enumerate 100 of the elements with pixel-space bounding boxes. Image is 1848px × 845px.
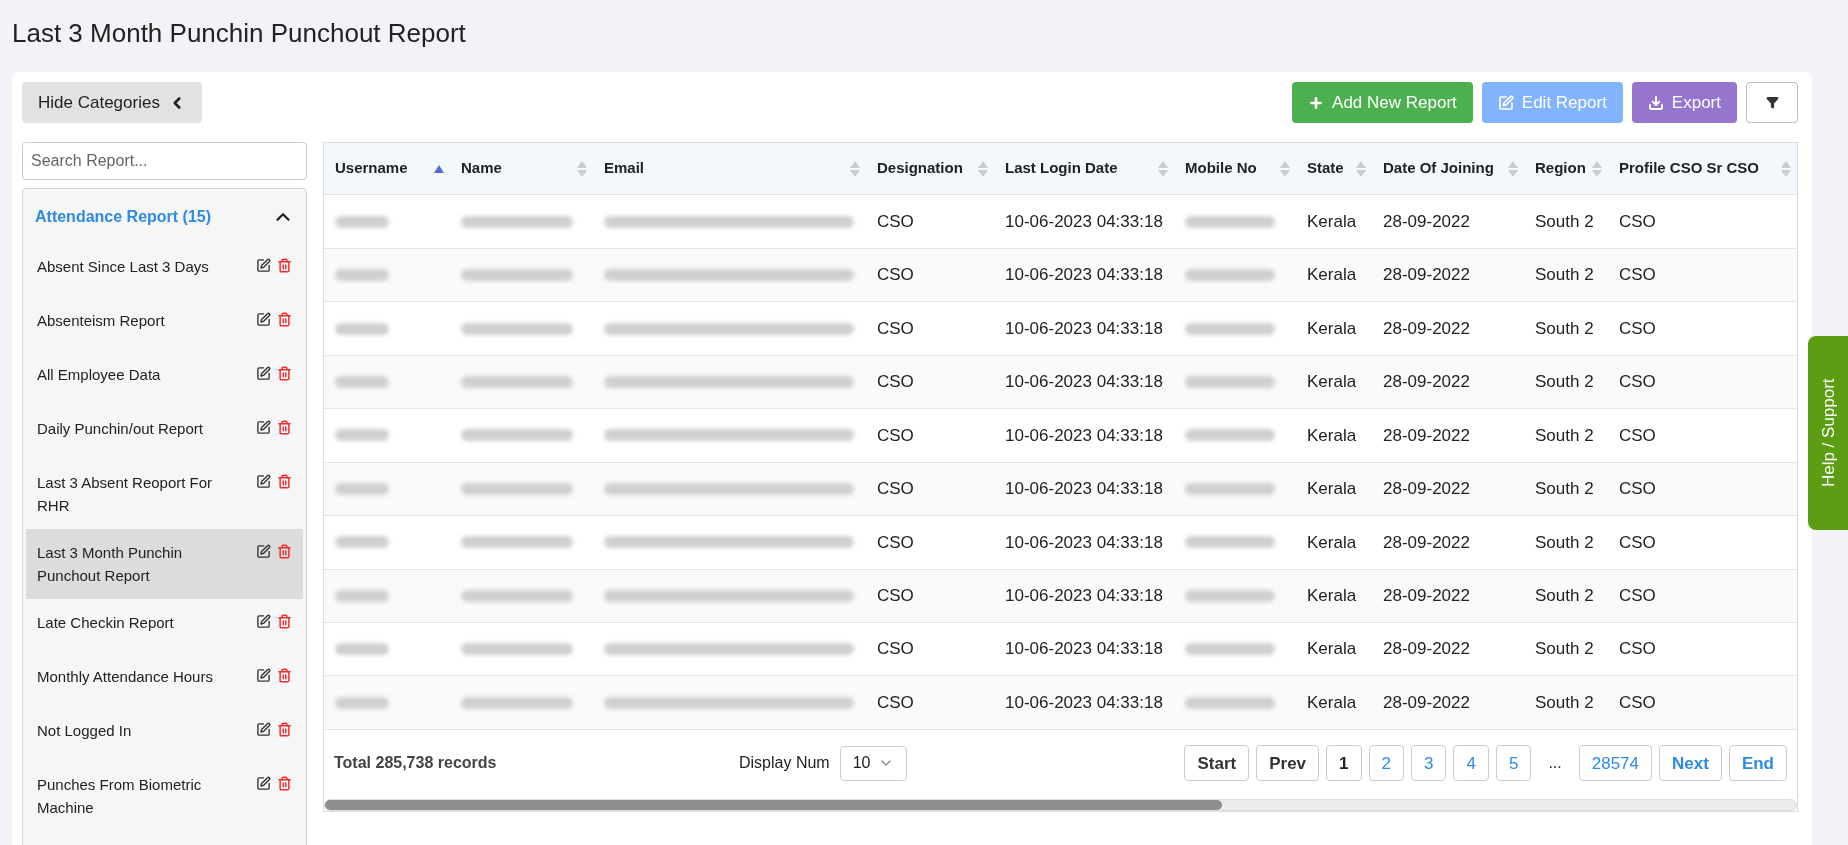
report-name: Not Logged In xyxy=(37,721,133,741)
delete-icon[interactable] xyxy=(277,614,292,629)
delete-icon[interactable] xyxy=(277,722,292,737)
table-cell-text: 10-06-2023 04:33:18 xyxy=(1005,317,1163,340)
report-list-item[interactable]: Last 3 Absent Reoport For RHR xyxy=(26,459,303,529)
edit-icon[interactable] xyxy=(256,776,271,791)
table-cell-text: CSO xyxy=(1619,478,1656,501)
table-cell-text: 28-09-2022 xyxy=(1383,638,1470,661)
report-name: Last 3 Absent Reoport For RHR xyxy=(37,473,214,516)
table-cell-text: Kerala xyxy=(1307,424,1357,447)
report-list-item[interactable]: Absent Since Last 3 Days xyxy=(26,243,303,297)
report-list-item[interactable]: Not Logged In xyxy=(26,707,303,761)
page-button[interactable]: 28574 xyxy=(1578,745,1653,782)
report-name: Late Checkin Report xyxy=(37,613,175,633)
edit-icon[interactable] xyxy=(256,722,271,737)
edit-icon[interactable] xyxy=(256,668,271,683)
page-button[interactable]: 2 xyxy=(1368,745,1404,782)
delete-icon[interactable] xyxy=(277,776,292,791)
delete-icon[interactable] xyxy=(277,366,292,381)
download-icon xyxy=(1647,94,1664,111)
report-name: Daily Punchin/out Report xyxy=(37,419,204,439)
table-cell-text: CSO xyxy=(877,638,914,661)
table-cell-text: Kerala xyxy=(1307,478,1357,501)
report-list-item[interactable]: Last 3 Month Punchin Punchout Report xyxy=(26,529,303,599)
delete-icon[interactable] xyxy=(277,668,292,683)
delete-icon[interactable] xyxy=(277,544,292,559)
report-list-item[interactable]: Late Checkin Report xyxy=(26,599,303,653)
table-cell-text: South 2 xyxy=(1535,638,1594,661)
table-cell-text: 28-09-2022 xyxy=(1383,317,1470,340)
table-cell-text: Kerala xyxy=(1307,210,1357,233)
edit-icon[interactable] xyxy=(256,258,271,273)
table-cell-text: South 2 xyxy=(1535,478,1594,501)
hide-categories-button[interactable]: Hide Categories xyxy=(22,82,202,123)
edit-icon[interactable] xyxy=(256,420,271,435)
column-header[interactable]: State xyxy=(1307,157,1344,180)
filter-button[interactable] xyxy=(1746,82,1798,123)
report-list-item[interactable]: Daily Punchin/out Report xyxy=(26,405,303,459)
column-header[interactable]: Username xyxy=(335,157,408,180)
table-cell-text: South 2 xyxy=(1535,210,1594,233)
table-cell-text: CSO xyxy=(1619,691,1656,714)
table-cell-text: South 2 xyxy=(1535,531,1594,554)
table-cell-text: 28-09-2022 xyxy=(1383,371,1470,394)
edit-icon[interactable] xyxy=(256,614,271,629)
table-cell-text: CSO xyxy=(1619,585,1656,607)
page-button[interactable]: 3 xyxy=(1411,745,1447,782)
column-header[interactable]: Mobile No xyxy=(1185,157,1257,180)
delete-icon[interactable] xyxy=(277,474,292,489)
pagination-button[interactable]: Next xyxy=(1659,745,1722,782)
column-header[interactable]: Region xyxy=(1535,157,1586,180)
table-cell-text: Kerala xyxy=(1307,264,1357,287)
blurred-text xyxy=(335,696,389,709)
report-name: Last 3 Month Punchin Punchout Report xyxy=(37,543,184,586)
table-cell-text: Kerala xyxy=(1307,531,1357,554)
pagination-button[interactable]: End xyxy=(1728,745,1787,782)
table-cell-text: CSO xyxy=(1619,210,1656,233)
report-list-item[interactable]: Absenteism Report xyxy=(26,297,303,351)
table-cell-text: South 2 xyxy=(1535,585,1594,607)
report-list-item[interactable]: Monthly Attendance Hours xyxy=(26,653,303,707)
export-button[interactable]: Export xyxy=(1631,82,1737,123)
scrollbar-thumb[interactable] xyxy=(325,800,1223,810)
column-header[interactable]: Last Login Date xyxy=(1005,157,1118,180)
table-cell-text: 10-06-2023 04:33:18 xyxy=(1005,585,1163,607)
table-cell-text: 28-09-2022 xyxy=(1383,210,1470,233)
blurred-text xyxy=(335,269,389,282)
table-cell-text: CSO xyxy=(1619,317,1656,340)
table-cell-text: 28-09-2022 xyxy=(1383,585,1470,607)
page-button[interactable]: 4 xyxy=(1453,745,1489,782)
report-name: Absent Since Last 3 Days xyxy=(37,257,210,277)
table-cell-text: CSO xyxy=(877,210,914,233)
edit-icon[interactable] xyxy=(256,366,271,381)
display-num-select[interactable]: 10 xyxy=(839,745,908,781)
sort-ascending-icon[interactable] xyxy=(434,164,444,173)
plus-icon xyxy=(1308,94,1325,111)
blurred-text xyxy=(335,482,389,495)
delete-icon[interactable] xyxy=(277,258,292,273)
table-cell-text: South 2 xyxy=(1535,264,1594,287)
column-header[interactable]: Date Of Joining xyxy=(1383,157,1494,180)
column-header[interactable]: Email xyxy=(604,157,645,180)
edit-icon[interactable] xyxy=(256,474,271,489)
column-header[interactable]: Profile CSO Sr CSO xyxy=(1619,157,1760,180)
page-button[interactable]: 1 xyxy=(1326,745,1362,782)
delete-icon[interactable] xyxy=(277,312,292,327)
search-report-field[interactable]: Search Report... xyxy=(22,142,307,180)
horizontal-scrollbar[interactable] xyxy=(324,799,1797,811)
column-header[interactable]: Designation xyxy=(877,157,963,180)
table-cell-text: 10-06-2023 04:33:18 xyxy=(1005,691,1163,714)
table-cell-text: CSO xyxy=(877,585,914,607)
page-title: Last 3 Month Punchin Punchout Report xyxy=(11,17,467,50)
edit-icon[interactable] xyxy=(256,312,271,327)
column-header[interactable]: Name xyxy=(461,157,502,180)
table-cell-text: 10-06-2023 04:33:18 xyxy=(1005,371,1163,394)
delete-icon[interactable] xyxy=(277,420,292,435)
report-list-item[interactable]: Punches From Biometric Machine xyxy=(26,761,303,831)
page-button[interactable]: 5 xyxy=(1495,745,1532,782)
blurred-text xyxy=(335,536,389,549)
report-list-item[interactable]: All Employee Data xyxy=(26,351,303,405)
table-cell-text: CSO xyxy=(1619,638,1656,661)
table-cell-text: 10-06-2023 04:33:18 xyxy=(1005,424,1163,447)
edit-icon[interactable] xyxy=(256,544,271,559)
blurred-text xyxy=(335,322,389,335)
